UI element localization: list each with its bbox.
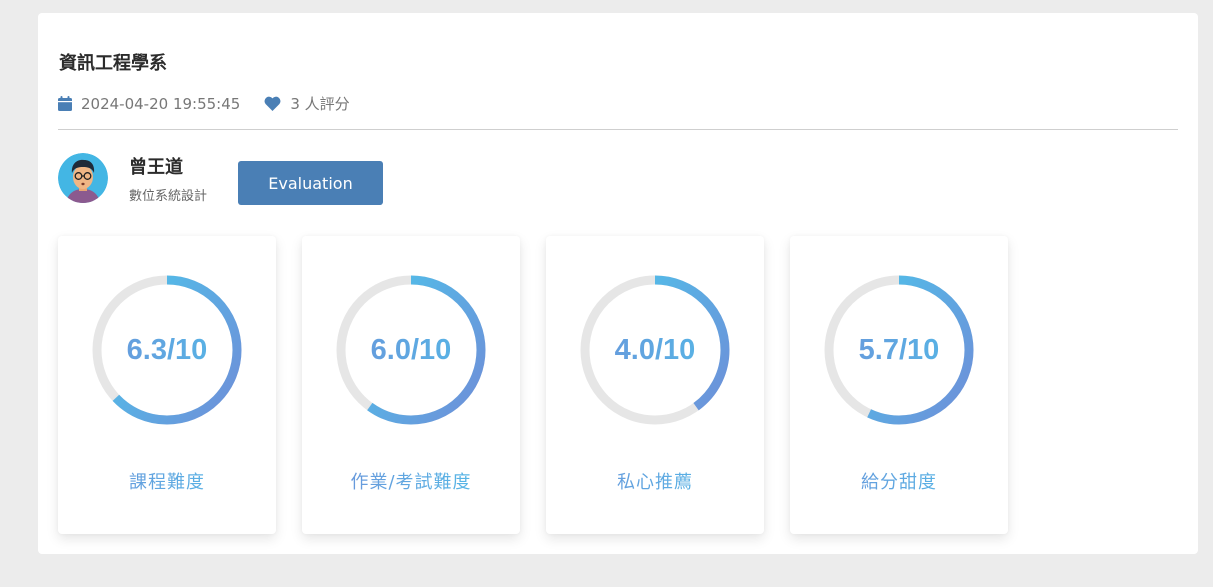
evaluation-button[interactable]: Evaluation xyxy=(238,161,383,205)
avatar xyxy=(58,153,108,203)
score-value: 6.3/10 xyxy=(58,334,276,367)
score-value: 6.0/10 xyxy=(302,334,520,367)
score-label: 私心推薦 xyxy=(546,468,764,494)
score-label: 課程難度 xyxy=(58,468,276,494)
post-date: 2024-04-20 19:55:45 xyxy=(81,94,241,113)
score-card-course-difficulty: 6.3/10 課程難度 xyxy=(58,236,276,534)
page-title: 資訊工程學系 xyxy=(59,53,167,74)
heart-icon xyxy=(264,96,281,111)
date-item: 2024-04-20 19:55:45 xyxy=(58,95,240,113)
course-name: 數位系統設計 xyxy=(129,189,208,204)
course-card: 資訊工程學系 2024-04-20 19:55:45 3 人評分 曾王道 數位系… xyxy=(38,13,1198,554)
score-value: 5.7/10 xyxy=(790,334,1008,367)
score-card-homework-exam-difficulty: 6.0/10 作業/考試難度 xyxy=(302,236,520,534)
divider xyxy=(58,129,1178,130)
score-label: 作業/考試難度 xyxy=(302,468,520,494)
meta-row: 2024-04-20 19:55:45 3 人評分 xyxy=(58,93,374,114)
avatar-icon xyxy=(58,153,108,203)
rating-count: 3 人評分 xyxy=(290,95,350,113)
score-value: 4.0/10 xyxy=(546,334,764,367)
score-card-grading-leniency: 5.7/10 給分甜度 xyxy=(790,236,1008,534)
rating-item: 3 人評分 xyxy=(264,93,350,114)
professor-name: 曾王道 xyxy=(129,157,183,178)
score-card-recommendation: 4.0/10 私心推薦 xyxy=(546,236,764,534)
calendar-icon xyxy=(58,96,72,111)
score-label: 給分甜度 xyxy=(790,468,1008,494)
